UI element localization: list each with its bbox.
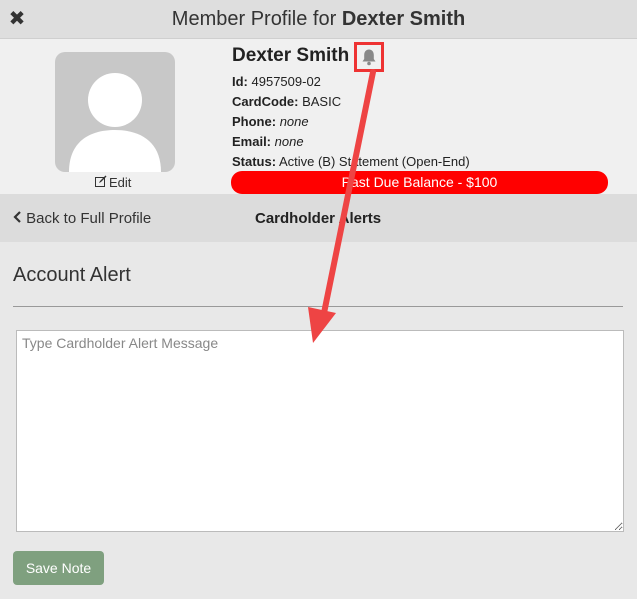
- nav-bar: Back to Full Profile Cardholder Alerts: [0, 194, 637, 242]
- phone-value: none: [279, 114, 309, 129]
- window-title-prefix: Member Profile for: [171, 8, 342, 30]
- email-value: none: [274, 134, 304, 149]
- title-bar: ✖ Member Profile for Dexter Smith: [0, 0, 637, 39]
- email-label: Email:: [232, 134, 272, 149]
- avatar[interactable]: [55, 52, 175, 172]
- id-row: Id: 4957509-02: [232, 74, 321, 89]
- account-alert-heading: Account Alert: [13, 264, 131, 286]
- edit-label: Edit: [109, 175, 132, 190]
- back-to-profile-link[interactable]: Back to Full Profile: [13, 210, 151, 227]
- phone-row: Phone: none: [232, 114, 309, 129]
- member-name: Dexter Smith: [232, 45, 350, 66]
- status-value: Active (B) Statement (Open-End): [278, 154, 470, 169]
- section-divider: [13, 306, 623, 307]
- chevron-left-icon: [13, 210, 26, 227]
- alert-message-textarea[interactable]: [16, 330, 624, 532]
- alert-bell-button[interactable]: [354, 42, 384, 72]
- cardcode-row: CardCode: BASIC: [232, 94, 341, 109]
- edit-icon: [95, 175, 107, 190]
- user-silhouette-icon: [69, 73, 161, 172]
- id-label: Id:: [232, 74, 248, 89]
- email-row: Email: none: [232, 134, 304, 149]
- edit-photo-link[interactable]: Edit: [95, 175, 131, 190]
- cardcode-label: CardCode:: [232, 94, 299, 109]
- past-due-badge[interactable]: Past Due Balance - $100: [231, 171, 608, 194]
- id-value: 4957509-02: [251, 74, 321, 89]
- profile-header: Edit Dexter Smith Id: 4957509-02 CardCod…: [0, 39, 637, 194]
- window-title-name: Dexter Smith: [341, 8, 466, 30]
- status-label: Status:: [232, 154, 277, 169]
- save-note-button[interactable]: Save Note: [13, 551, 104, 585]
- window-title: Member Profile for Dexter Smith: [0, 8, 637, 31]
- back-label: Back to Full Profile: [26, 210, 152, 227]
- phone-label: Phone:: [232, 114, 277, 129]
- cardcode-value: BASIC: [302, 94, 342, 109]
- status-row: Status: Active (B) Statement (Open-End): [232, 154, 470, 169]
- bell-icon: [362, 49, 376, 66]
- nav-title: Cardholder Alerts: [255, 210, 382, 227]
